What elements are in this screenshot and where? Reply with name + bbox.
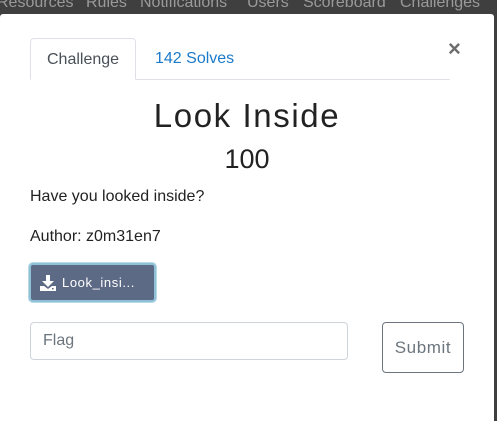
nav-item-notifications[interactable]: Notifications — [140, 0, 227, 12]
nav-item-rules[interactable]: Rules — [86, 0, 127, 12]
challenge-author: Author: z0m31en7 — [30, 228, 161, 245]
download-icon — [40, 275, 56, 291]
tab-challenge[interactable]: Challenge — [30, 38, 137, 80]
nav-item-challenges[interactable]: Challenges — [400, 0, 480, 12]
flag-input[interactable] — [30, 322, 348, 360]
submit-button[interactable]: Submit — [382, 322, 464, 373]
tab-solves[interactable]: 142 Solves — [139, 38, 250, 78]
nav-item-scoreboard[interactable]: Scoreboard — [303, 0, 386, 12]
nav-item-resources[interactable]: Resources — [0, 0, 73, 12]
challenge-value: 100 — [224, 144, 270, 174]
download-file-button[interactable]: Look_insi... — [29, 263, 156, 302]
modal-tabs: Challenge 142 Solves — [30, 38, 450, 80]
top-navbar: Resources Rules Notifications Users Scor… — [0, 0, 497, 14]
nav-item-users[interactable]: Users — [247, 0, 289, 12]
challenge-title: Look Inside — [153, 97, 341, 134]
challenge-description: Have you looked inside? — [30, 188, 205, 205]
challenge-modal: × Challenge 142 Solves Look Inside 100 H… — [0, 14, 494, 421]
file-name-label: Look_insi... — [62, 275, 135, 290]
